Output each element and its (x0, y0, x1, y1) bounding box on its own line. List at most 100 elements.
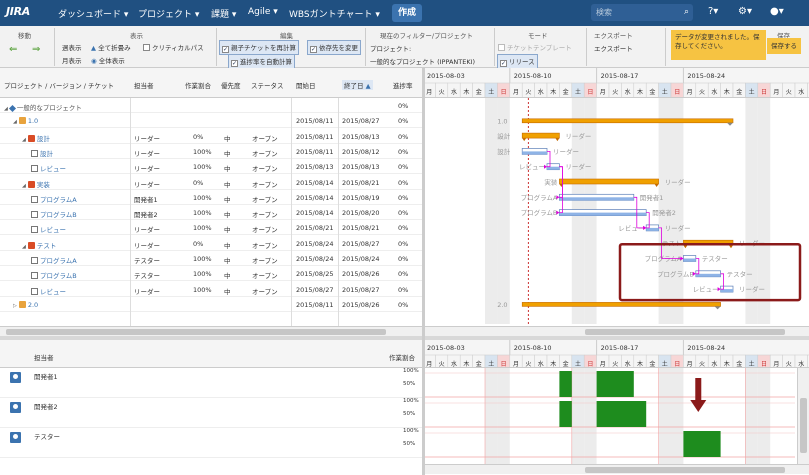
load-assignee[interactable]: テスター (34, 431, 60, 441)
table-row[interactable]: ▷ 2.0 2015/08/11 2015/08/26 0% (0, 297, 422, 312)
cell-assignee[interactable]: リーダー (134, 286, 160, 296)
table-row[interactable]: ◢ 設計 リーダー 0% 中 オープン 2015/08/11 2015/08/13 0% (0, 129, 422, 144)
cell-start[interactable]: 2015/08/13 (296, 163, 333, 171)
expand-toggle-icon[interactable]: ◢ (4, 106, 8, 112)
load-row[interactable]: 開発者1 100% 50% (0, 368, 422, 398)
table-row[interactable]: プログラムA 開発者1 100% 中 オープン 2015/08/14 2015/08/19 0… (0, 190, 422, 205)
cell-priority[interactable]: 中 (224, 194, 231, 204)
gantt-horizontal-scrollbar[interactable] (425, 326, 809, 336)
create-button[interactable]: 作成 (392, 4, 422, 22)
scroll-thumb[interactable] (585, 329, 785, 335)
load-vertical-scrollbar[interactable] (797, 368, 809, 464)
expand-toggle-icon[interactable]: ◢ (13, 119, 17, 125)
cell-status[interactable]: オープン (252, 286, 278, 296)
table-row[interactable]: プログラムA テスター 100% 中 オープン 2015/08/24 2015/08/24 0… (0, 251, 422, 266)
jira-logo[interactable]: JIRA (6, 5, 30, 18)
nav-issues[interactable]: 課題 ▾ (211, 7, 236, 20)
cell-start[interactable]: 2015/08/11 (296, 133, 333, 141)
task-name-cell[interactable]: プログラムB (31, 209, 77, 219)
cell-assignee[interactable]: リーダー (134, 163, 160, 173)
table-row[interactable]: プログラムB 開発者2 100% 中 オープン 2015/08/14 2015/08/20 0… (0, 205, 422, 221)
cell-ratio[interactable]: 100% (193, 148, 212, 156)
cell-ratio[interactable]: 100% (193, 224, 212, 232)
cell-priority[interactable]: 中 (224, 224, 231, 234)
cell-assignee[interactable]: リーダー (134, 133, 160, 143)
cell-ratio[interactable]: 0% (193, 133, 203, 141)
cell-ratio[interactable]: 100% (193, 255, 212, 263)
task-name-cell[interactable]: プログラムA (31, 194, 77, 204)
col-start[interactable]: 開始日 (296, 80, 316, 90)
table-row[interactable]: ◢ 一般的なプロジェクト 0% (0, 98, 422, 113)
cell-assignee[interactable]: リーダー (134, 148, 160, 158)
cell-start[interactable]: 2015/08/11 (296, 301, 333, 309)
cell-end[interactable]: 2015/08/21 (342, 224, 379, 232)
col-status[interactable]: ステータス (251, 80, 284, 90)
arrow-right-icon[interactable]: ⇒ (32, 44, 40, 55)
col-priority[interactable]: 優先度 (221, 80, 241, 90)
save-button[interactable]: 保存する (767, 38, 801, 54)
table-row[interactable]: レビュー リーダー 100% 中 オープン 2015/08/13 2015/08/13 0% (0, 159, 422, 175)
cell-end[interactable]: 2015/08/24 (342, 255, 379, 263)
collapsed-toggle-icon[interactable]: ▷ (13, 303, 17, 309)
critical-path-checkbox[interactable] (143, 44, 150, 51)
cell-start[interactable]: 2015/08/27 (296, 286, 333, 294)
help-icon[interactable]: ?▾ (708, 6, 718, 17)
expand-toggle-icon[interactable]: ◢ (22, 183, 26, 189)
col-ratio[interactable]: 作業割合 (185, 80, 211, 90)
auto-progress-checkbox[interactable]: ✓ (231, 60, 238, 67)
expand-toggle-icon[interactable]: ◢ (22, 244, 26, 250)
table-row[interactable]: ◢ テスト リーダー 0% 中 オープン 2015/08/24 2015/08/27 0% (0, 236, 422, 251)
scroll-thumb[interactable] (6, 329, 386, 335)
cell-status[interactable]: オープン (252, 194, 278, 204)
nav-project[interactable]: プロジェクト ▾ (138, 7, 199, 20)
load-row[interactable]: 開発者2 100% 50% (0, 398, 422, 428)
task-name-cell[interactable]: プログラムA (31, 255, 77, 265)
nav-dashboard[interactable]: ダッシュボード ▾ (58, 7, 128, 20)
cell-end[interactable]: 2015/08/26 (342, 301, 379, 309)
load-assignee[interactable]: 開発者2 (34, 401, 58, 411)
cell-priority[interactable]: 中 (224, 148, 231, 158)
cell-start[interactable]: 2015/08/14 (296, 209, 333, 217)
table-row[interactable]: プログラムB テスター 100% 中 オープン 2015/08/25 2015/08/26 0… (0, 266, 422, 282)
load-assignee[interactable]: 開発者1 (34, 371, 58, 381)
expand-toggle-icon[interactable]: ◢ (22, 137, 26, 143)
load-row[interactable]: テスター 100% 50% (0, 428, 422, 458)
table-horizontal-scrollbar[interactable] (0, 326, 422, 336)
cell-start[interactable]: 2015/08/14 (296, 194, 333, 202)
task-name-cell[interactable]: 設計 (31, 148, 53, 158)
user-avatar-icon[interactable]: ●▾ (770, 6, 784, 17)
cell-start[interactable]: 2015/08/24 (296, 240, 333, 248)
cell-ratio[interactable]: 100% (193, 270, 212, 278)
task-name-cell[interactable]: レビュー (31, 163, 66, 173)
ticket-template-toggle[interactable]: チケットテンプレート (498, 42, 572, 52)
cell-end[interactable]: 2015/08/27 (342, 240, 379, 248)
task-name-cell[interactable]: ◢ テスト (22, 240, 56, 250)
auto-progress-toggle[interactable]: ✓ 進捗率を自動計算 (228, 54, 295, 69)
table-row[interactable]: ◢ 1.0 2015/08/11 2015/08/27 0% (0, 113, 422, 129)
cell-status[interactable]: オープン (252, 163, 278, 173)
task-name-cell[interactable]: レビュー (31, 286, 66, 296)
cell-ratio[interactable]: 100% (193, 163, 212, 171)
task-name-cell[interactable]: ◢ 設計 (22, 133, 50, 143)
load-horizontal-scrollbar[interactable] (425, 464, 809, 474)
gear-icon[interactable]: ⚙▾ (738, 6, 752, 17)
month-view-button[interactable]: 月表示 (62, 55, 82, 65)
collapse-all-button[interactable]: ▲ 全て折畳み (91, 42, 131, 52)
recalc-parent-checkbox[interactable]: ✓ (222, 46, 229, 53)
scroll-thumb[interactable] (585, 467, 785, 473)
cell-assignee[interactable]: 開発者2 (134, 209, 158, 219)
cell-priority[interactable]: 中 (224, 133, 231, 143)
col-name[interactable]: プロジェクト / バージョン / チケット (4, 80, 114, 90)
change-dependency-toggle[interactable]: ✓ 依存先を変更 (307, 40, 361, 55)
col-assignee[interactable]: 担当者 (134, 80, 154, 90)
change-dependency-checkbox[interactable]: ✓ (310, 46, 317, 53)
arrow-left-icon[interactable]: ⇐ (9, 44, 17, 55)
task-name-cell[interactable]: ◢ 1.0 (13, 117, 38, 125)
cell-end[interactable]: 2015/08/21 (342, 179, 379, 187)
cell-priority[interactable]: 中 (224, 240, 231, 250)
critical-path-toggle[interactable]: クリティカルパス (143, 42, 204, 52)
cell-end[interactable]: 2015/08/13 (342, 133, 379, 141)
cell-priority[interactable]: 中 (224, 286, 231, 296)
cell-priority[interactable]: 中 (224, 270, 231, 280)
ticket-template-checkbox[interactable] (498, 44, 505, 51)
